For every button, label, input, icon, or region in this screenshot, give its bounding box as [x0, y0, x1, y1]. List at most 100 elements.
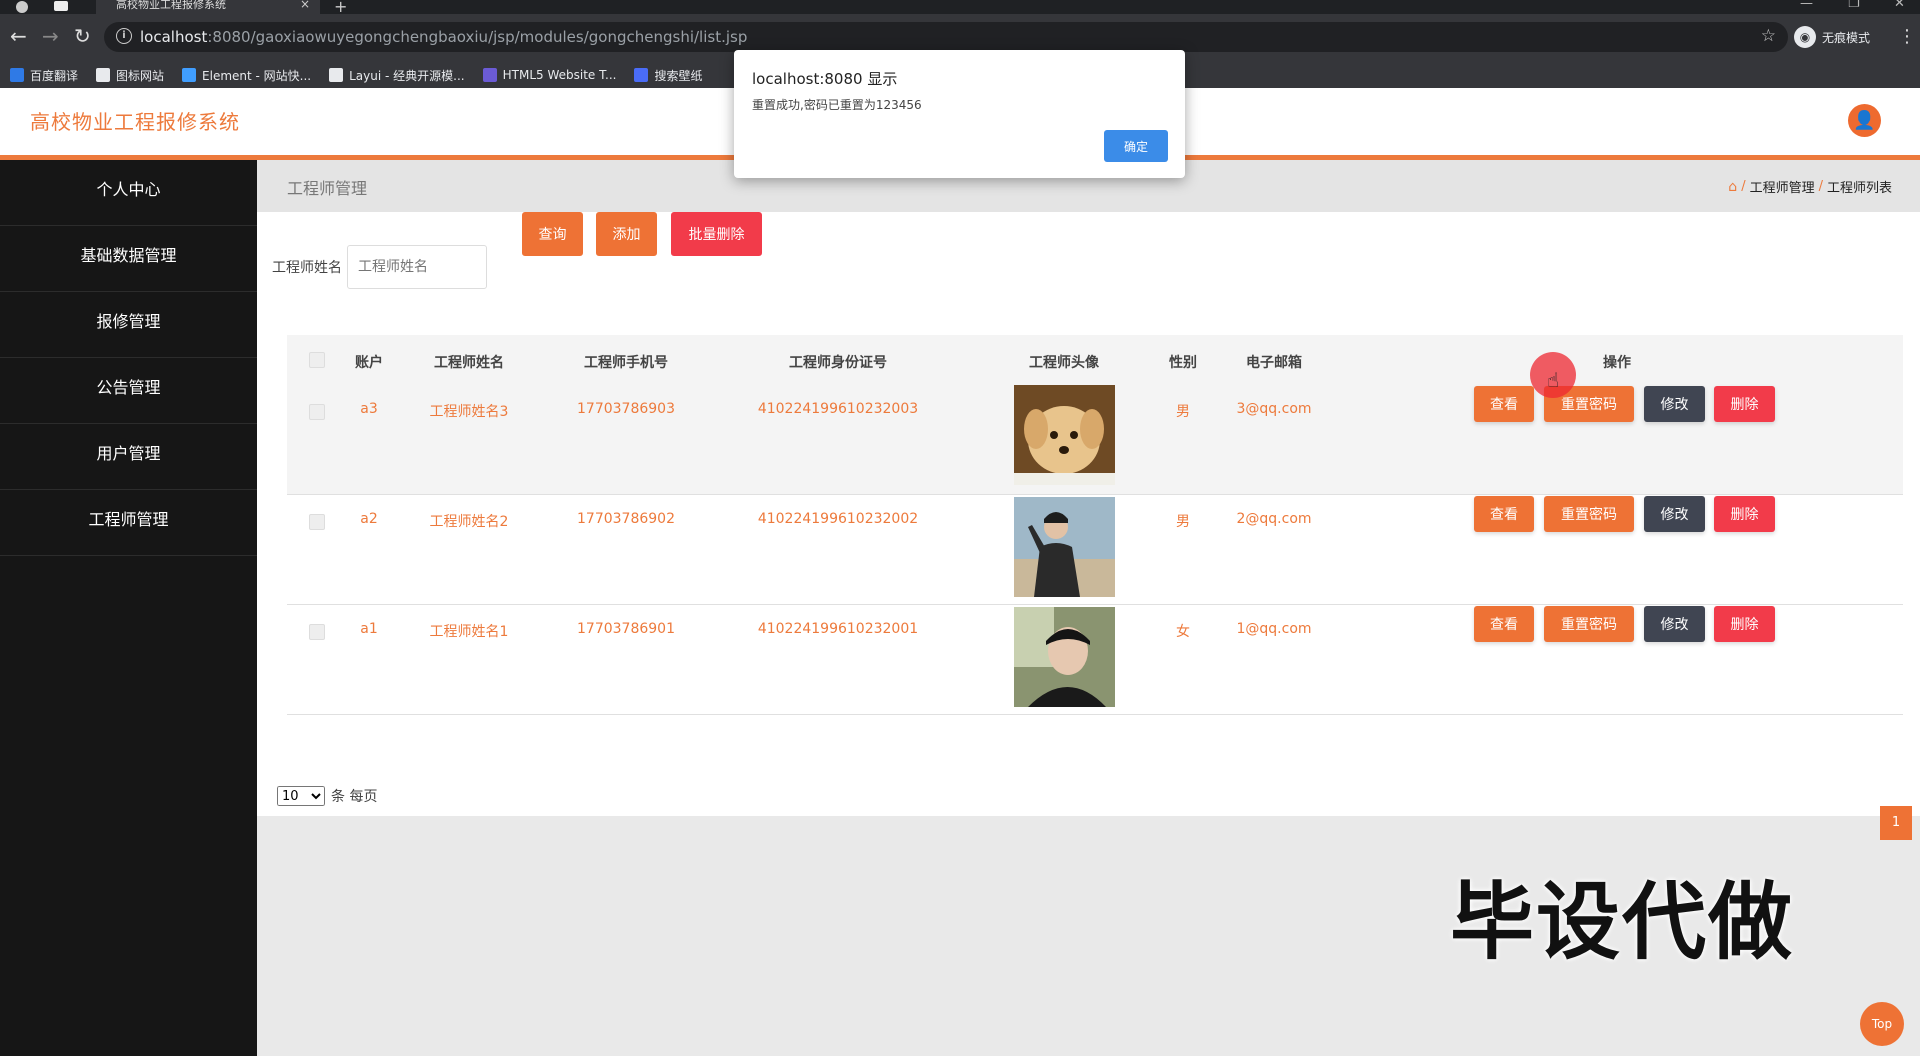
cell-gender: 男 [1176, 514, 1190, 530]
delete-button[interactable]: 删除 [1714, 606, 1775, 642]
back-icon[interactable]: ← [10, 26, 27, 46]
cell-account: a2 [360, 511, 378, 527]
sidebar-item-repair[interactable]: 报修管理 [0, 292, 257, 358]
bookmark-item[interactable]: 图标网站 [96, 67, 164, 84]
header-email: 电子邮箱 [1246, 355, 1302, 371]
sidebar-item-basic-data[interactable]: 基础数据管理 [0, 226, 257, 292]
reset-password-button[interactable]: 重置密码 [1544, 606, 1634, 642]
view-button[interactable]: 查看 [1474, 496, 1534, 532]
cell-id-card: 410224199610232001 [757, 621, 919, 637]
sidebar-item-users[interactable]: 用户管理 [0, 424, 257, 490]
alert-dialog: localhost:8080 显示 重置成功,密码已重置为123456 确定 [734, 50, 1185, 178]
bookmark-label: 百度翻译 [30, 68, 79, 83]
tab-close-icon[interactable]: × [300, 0, 310, 10]
sidebar-item-personal-center[interactable]: 个人中心 [0, 160, 257, 226]
bookmark-icon [96, 68, 111, 82]
engineer-avatar-photo [1014, 385, 1115, 485]
header-phone: 工程师手机号 [584, 355, 668, 371]
row-checkbox[interactable] [309, 404, 325, 420]
incognito-indicator[interactable]: ◉ 无痕模式 [1794, 24, 1870, 50]
row-checkbox[interactable] [309, 624, 325, 640]
close-window-icon[interactable]: ✕ [1894, 0, 1905, 11]
address-bar[interactable]: i localhost:8080/gaoxiaowuyegongchengbao… [104, 22, 1788, 52]
page-number-button[interactable]: 1 [1880, 806, 1912, 840]
bookmark-item[interactable]: Layui - 经典开源模... [329, 67, 465, 84]
cell-id-card: 410224199610232003 [757, 401, 919, 417]
forward-icon[interactable]: → [42, 26, 59, 46]
site-info-icon[interactable]: i [116, 28, 132, 44]
browser-menu-icon[interactable]: ⋮ [1898, 26, 1916, 47]
cell-name: 工程师姓名2 [429, 514, 509, 530]
bookmark-label: 搜索壁纸 [654, 68, 703, 83]
sidebar-item-announcement[interactable]: 公告管理 [0, 358, 257, 424]
reset-password-button[interactable]: 重置密码 [1544, 496, 1634, 532]
delete-button[interactable]: 删除 [1714, 386, 1775, 422]
search-label: 工程师姓名 [272, 260, 342, 276]
alert-ok-button[interactable]: 确定 [1104, 130, 1168, 162]
bookmark-label: 图标网站 [116, 68, 165, 83]
select-all-checkbox[interactable] [309, 352, 325, 368]
engineer-avatar-photo [1014, 497, 1115, 597]
breadcrumb-item-engineer-list: 工程师列表 [1826, 181, 1892, 196]
cell-phone: 17703786901 [577, 621, 675, 637]
batch-delete-button[interactable]: 批量删除 [671, 212, 762, 256]
cell-name: 工程师姓名3 [429, 404, 509, 420]
cell-email: 3@qq.com [1236, 401, 1312, 417]
bookmark-icon [634, 68, 649, 82]
add-button[interactable]: 添加 [596, 212, 657, 256]
cell-email: 2@qq.com [1236, 511, 1312, 527]
cell-email: 1@qq.com [1236, 621, 1312, 637]
delete-button[interactable]: 删除 [1714, 496, 1775, 532]
browser-tab-bar: 高校物业工程报修系统 × + — ❐ ✕ [0, 0, 1920, 16]
cell-name: 工程师姓名1 [429, 624, 509, 640]
hand-cursor-icon: ☝ [1547, 368, 1560, 392]
cell-account: a1 [360, 621, 378, 637]
row-checkbox[interactable] [309, 514, 325, 530]
home-icon[interactable]: ⌂ [1728, 179, 1737, 195]
alert-title: localhost:8080 显示 [752, 70, 898, 88]
reload-icon[interactable]: ↻ [74, 26, 91, 46]
sidebar: 个人中心 基础数据管理 报修管理 公告管理 用户管理 工程师管理 [0, 160, 257, 1056]
bookmark-item[interactable]: HTML5 Website T... [482, 68, 617, 82]
engineer-table: 账户 工程师姓名 工程师手机号 工程师身份证号 工程师头像 性别 电子邮箱 操作… [287, 335, 1903, 715]
cell-phone: 17703786902 [577, 511, 675, 527]
view-button[interactable]: 查看 [1474, 606, 1534, 642]
edit-button[interactable]: 修改 [1644, 496, 1705, 532]
cell-account: a3 [360, 401, 378, 417]
bookmark-item[interactable]: 百度翻译 [10, 67, 78, 84]
tab-strip-icon[interactable] [54, 1, 68, 11]
bookmark-icon [329, 68, 344, 82]
table-row: a1 工程师姓名1 17703786901 410224199610232001… [287, 605, 1903, 715]
cell-phone: 17703786903 [577, 401, 675, 417]
browser-profile-icon[interactable] [16, 1, 28, 13]
header-actions: 操作 [1603, 355, 1631, 371]
incognito-label: 无痕模式 [1822, 30, 1871, 45]
breadcrumb-item-engineer-management[interactable]: 工程师管理 [1750, 177, 1815, 196]
alert-message: 重置成功,密码已重置为123456 [752, 98, 922, 112]
sidebar-item-engineers[interactable]: 工程师管理 [0, 490, 257, 556]
bookmark-icon [182, 68, 197, 82]
incognito-icon: ◉ [1794, 26, 1816, 48]
edit-button[interactable]: 修改 [1644, 386, 1705, 422]
maximize-icon[interactable]: ❐ [1848, 0, 1860, 11]
page-size-select[interactable]: 10 [277, 786, 325, 806]
table-row: a3 工程师姓名3 17703786903 410224199610232003… [287, 385, 1903, 495]
edit-button[interactable]: 修改 [1644, 606, 1705, 642]
bookmark-label: HTML5 Website T... [502, 68, 617, 82]
bookmark-item[interactable]: 搜索壁纸 [634, 67, 702, 84]
bookmark-item[interactable]: Element - 网站快... [182, 67, 311, 84]
bookmark-star-icon[interactable]: ☆ [1761, 26, 1776, 46]
user-avatar-icon[interactable]: 👤 [1848, 104, 1881, 137]
header-id-card: 工程师身份证号 [789, 355, 887, 371]
engineer-avatar-photo [1014, 607, 1115, 707]
back-to-top-button[interactable]: Top [1860, 1002, 1904, 1046]
page-size-control: 10 条 每页 [277, 786, 377, 806]
watermark-text: 毕设代做 [1450, 873, 1795, 971]
view-button[interactable]: 查看 [1474, 386, 1534, 422]
engineer-name-search-input[interactable] [347, 245, 487, 289]
page-title: 工程师管理 [287, 179, 368, 198]
bookmark-label: Layui - 经典开源模... [349, 68, 465, 83]
minimize-icon[interactable]: — [1800, 0, 1813, 11]
browser-tab[interactable]: 高校物业工程报修系统 × [96, 0, 320, 14]
query-button[interactable]: 查询 [522, 212, 583, 256]
